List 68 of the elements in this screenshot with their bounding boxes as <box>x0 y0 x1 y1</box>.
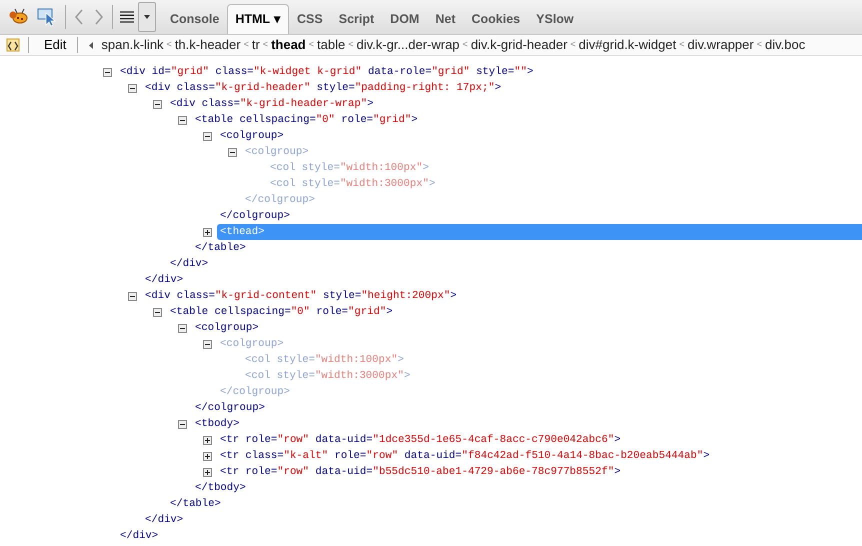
panel-tab[interactable]: DOM <box>382 4 428 34</box>
code-line[interactable]: <div class="k-grid-header-wrap"> <box>167 96 376 112</box>
panel-tab[interactable]: YSlow <box>528 4 582 34</box>
plus-box-icon[interactable] <box>203 452 212 460</box>
closing-tag[interactable]: </div> <box>117 528 162 544</box>
minus-box-icon[interactable] <box>103 68 112 76</box>
plus-box-icon[interactable] <box>203 468 212 476</box>
separator-mark: < <box>308 38 314 52</box>
minus-box-icon[interactable] <box>153 100 162 108</box>
breadcrumb-link[interactable]: th.k-header <box>174 35 241 55</box>
minus-box-icon[interactable] <box>153 308 162 316</box>
closing-tag[interactable]: </table> <box>192 240 249 256</box>
panel-tab[interactable]: Script <box>330 4 382 34</box>
panel-tab[interactable]: Net <box>427 4 464 34</box>
breadcrumb-link[interactable]: div.wrapper <box>687 35 754 55</box>
plus-box-icon[interactable] <box>203 436 212 444</box>
breadcrumb-link[interactable]: div.k-gr...der-wrap <box>356 35 460 55</box>
separator-mark: < <box>756 38 762 52</box>
closing-tag[interactable]: </table> <box>167 496 224 512</box>
code-line[interactable]: <table cellspacing="0" role="grid"> <box>167 304 396 320</box>
closing-tag[interactable]: </colgroup> <box>217 208 293 224</box>
panel-tab[interactable]: Cookies <box>464 4 528 34</box>
separator-mark: < <box>570 38 576 52</box>
breadcrumb-link[interactable]: tr <box>252 35 260 55</box>
breadcrumb-link[interactable]: div#grid.k-widget <box>578 35 676 55</box>
separator-mark: < <box>244 38 249 52</box>
separator-mark: < <box>462 38 468 52</box>
scroll-left-icon[interactable] <box>89 42 94 48</box>
minus-box-icon[interactable] <box>178 324 187 332</box>
breadcrumb-link[interactable]: div.boc <box>764 35 806 55</box>
dropdown-button[interactable] <box>138 2 156 32</box>
closing-tag[interactable]: </div> <box>142 512 186 528</box>
code-line[interactable]: <div class="k-grid-header" style="padding-right: 17px;"> <box>142 80 504 96</box>
code-line[interactable]: <div class="k-grid-content" style="height:200px"> <box>142 288 460 304</box>
separator-mark: < <box>262 38 268 52</box>
panel-tab[interactable]: CSS <box>289 4 331 34</box>
minus-box-icon[interactable] <box>128 84 137 92</box>
code-line[interactable]: <colgroup> <box>192 320 262 336</box>
closing-tag[interactable]: </tbody> <box>192 480 249 496</box>
minus-box-icon[interactable] <box>203 132 212 140</box>
breadcrumb-link[interactable]: thead <box>271 35 306 55</box>
code-line[interactable]: <tr role="row" data-uid="b55dc510-abe1-4729-ab6e-78c977b8552f"> <box>217 464 624 480</box>
html-tag-icon[interactable] <box>6 38 20 52</box>
breadcrumb-link[interactable]: div.k-grid-header <box>470 35 568 55</box>
minus-box-icon[interactable] <box>178 420 187 428</box>
plus-box-icon[interactable] <box>203 228 212 236</box>
breadcrumb-link[interactable]: table <box>317 35 346 55</box>
code-line[interactable]: <colgroup> <box>217 128 287 144</box>
minus-box-icon[interactable] <box>203 340 212 348</box>
closing-tag[interactable]: </colgroup> <box>192 400 268 416</box>
minus-box-icon[interactable] <box>178 116 187 124</box>
caret-icon <box>144 14 150 19</box>
panel-tab[interactable]: Console <box>162 4 228 34</box>
code-line[interactable]: <tr class="k-alt" role="row" data-uid="f84c42ad-f510-4a14-8bac-b20eab5444ab"> <box>217 448 713 464</box>
code-line[interactable]: <tr role="row" data-uid="1dce355d-1e65-4caf-8acc-c790e042abc6"> <box>217 432 624 448</box>
code-line[interactable]: <div id="grid" class="k-widget k-grid" data-role="grid" style=""> <box>117 64 536 80</box>
separator-mark: < <box>348 38 354 52</box>
edit-button[interactable]: Edit <box>32 35 74 55</box>
code-line[interactable]: <tbody> <box>192 416 243 432</box>
separator-mark: < <box>679 38 684 52</box>
minus-box-icon[interactable] <box>128 292 137 300</box>
panel-tab[interactable]: HTML ▾ <box>227 4 290 34</box>
separator-mark: < <box>166 38 172 52</box>
breadcrumb-link[interactable]: span.k-link <box>101 35 164 55</box>
closing-tag[interactable]: </div> <box>142 272 186 288</box>
closing-tag[interactable]: </div> <box>167 256 212 272</box>
minus-box-icon[interactable] <box>228 148 237 156</box>
code-line[interactable]: <table cellspacing="0" role="grid"> <box>192 112 421 128</box>
